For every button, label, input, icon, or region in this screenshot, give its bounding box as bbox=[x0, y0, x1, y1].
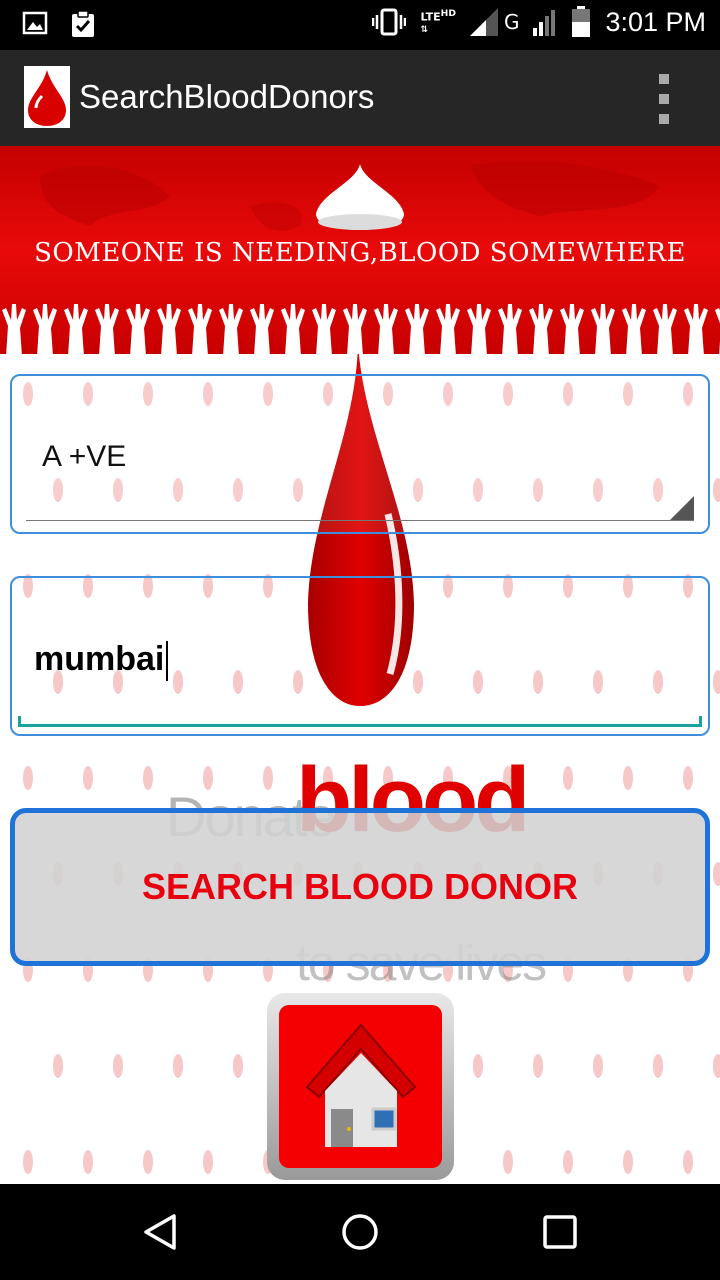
drop-icon bbox=[316, 164, 404, 230]
decor-hand bbox=[374, 304, 398, 354]
blood-drop-icon bbox=[28, 70, 66, 126]
battery-icon bbox=[572, 6, 591, 37]
decor-dot bbox=[533, 1054, 543, 1078]
blood-group-select[interactable]: A +VE bbox=[10, 374, 710, 534]
decor-hand bbox=[405, 304, 429, 354]
decor-hand bbox=[95, 304, 119, 354]
decor-hand bbox=[343, 304, 367, 354]
city-text: mumbai bbox=[34, 640, 165, 678]
decor-hand bbox=[281, 304, 305, 354]
decor-dot bbox=[53, 1054, 63, 1078]
clock: 3:01 PM bbox=[605, 6, 706, 37]
network-label: LTEHD ⇅ bbox=[420, 7, 456, 36]
decor-dot bbox=[713, 1054, 720, 1078]
signal-icon bbox=[533, 10, 556, 36]
decor-hand bbox=[157, 304, 181, 354]
home-button[interactable] bbox=[267, 993, 454, 1180]
decor-dot bbox=[623, 766, 633, 790]
banner-image: SOMEONE IS NEEDING,BLOOD SOMEWHERE bbox=[0, 146, 720, 354]
lte-label: LTE bbox=[420, 10, 441, 24]
decor-dot bbox=[23, 1150, 33, 1174]
decor-hand bbox=[715, 308, 720, 354]
decor-hand bbox=[622, 304, 646, 354]
decor-hand bbox=[188, 304, 212, 354]
dropdown-arrow-icon bbox=[670, 496, 694, 520]
decor-dot bbox=[713, 862, 720, 886]
text-cursor bbox=[166, 641, 169, 682]
navigation-bar bbox=[0, 1184, 720, 1280]
decor-hand bbox=[219, 304, 243, 354]
decor-dot bbox=[143, 1150, 153, 1174]
raised-hands-illustration bbox=[2, 304, 720, 354]
search-blood-donor-button[interactable]: SEARCH BLOOD DONOR bbox=[10, 808, 710, 966]
decor-dot bbox=[203, 1150, 213, 1174]
network-type-label: G bbox=[503, 10, 520, 34]
home-circle-icon[interactable] bbox=[340, 1212, 380, 1252]
home-button-face bbox=[279, 1005, 442, 1168]
decor-dot bbox=[683, 1150, 693, 1174]
decor-dot bbox=[83, 766, 93, 790]
decor-dot bbox=[473, 1054, 483, 1078]
decor-hand bbox=[467, 304, 491, 354]
decor-dot bbox=[173, 1054, 183, 1078]
search-button-label: SEARCH BLOOD DONOR bbox=[141, 866, 578, 907]
decor-dot bbox=[713, 478, 720, 502]
decor-dot bbox=[503, 1150, 513, 1174]
app-icon bbox=[24, 66, 70, 128]
decor-dot bbox=[23, 766, 33, 790]
select-underline bbox=[26, 520, 694, 521]
back-icon[interactable] bbox=[140, 1212, 180, 1252]
decor-hand bbox=[312, 304, 336, 354]
decor-hand bbox=[64, 304, 88, 354]
decor-hand bbox=[33, 304, 57, 354]
decor-dot bbox=[713, 670, 720, 694]
blood-group-value: A +VE bbox=[42, 440, 127, 473]
hd-label: HD bbox=[440, 7, 456, 19]
decor-hand bbox=[591, 304, 615, 354]
decor-dot bbox=[83, 1150, 93, 1174]
decor-dot bbox=[683, 766, 693, 790]
decor-hand bbox=[684, 304, 708, 354]
clipboard-check-icon bbox=[72, 10, 94, 37]
home-icon bbox=[305, 1023, 417, 1147]
decor-hand bbox=[653, 304, 677, 354]
decor-hand bbox=[560, 304, 584, 354]
status-bar: LTEHD ⇅ G 3:01 PM bbox=[0, 0, 720, 50]
city-input-value: mumbai bbox=[34, 640, 169, 682]
app-title: SearchBloodDonors bbox=[79, 78, 375, 115]
overflow-menu-icon[interactable] bbox=[652, 74, 676, 124]
input-underline bbox=[18, 716, 702, 727]
decor-dot bbox=[113, 1054, 123, 1078]
decor-hand bbox=[250, 304, 274, 354]
vibrate-icon bbox=[372, 8, 407, 36]
decor-hand bbox=[126, 304, 150, 354]
decor-hand bbox=[529, 304, 553, 354]
decor-hand bbox=[436, 304, 460, 354]
decor-dot bbox=[623, 1150, 633, 1174]
recents-icon[interactable] bbox=[540, 1212, 580, 1252]
decor-dot bbox=[143, 766, 153, 790]
decor-dot bbox=[563, 766, 573, 790]
decor-hand bbox=[2, 304, 26, 354]
decor-hand bbox=[498, 304, 522, 354]
decor-dot bbox=[593, 1054, 603, 1078]
action-bar: SearchBloodDonors bbox=[0, 50, 720, 146]
decor-dot bbox=[563, 1150, 573, 1174]
signal-icon bbox=[469, 8, 498, 36]
gallery-icon bbox=[22, 11, 48, 35]
banner-text: SOMEONE IS NEEDING,BLOOD SOMEWHERE bbox=[34, 238, 686, 268]
decor-dot bbox=[653, 1054, 663, 1078]
decor-dot bbox=[233, 1054, 243, 1078]
city-input[interactable]: mumbai bbox=[10, 576, 710, 736]
